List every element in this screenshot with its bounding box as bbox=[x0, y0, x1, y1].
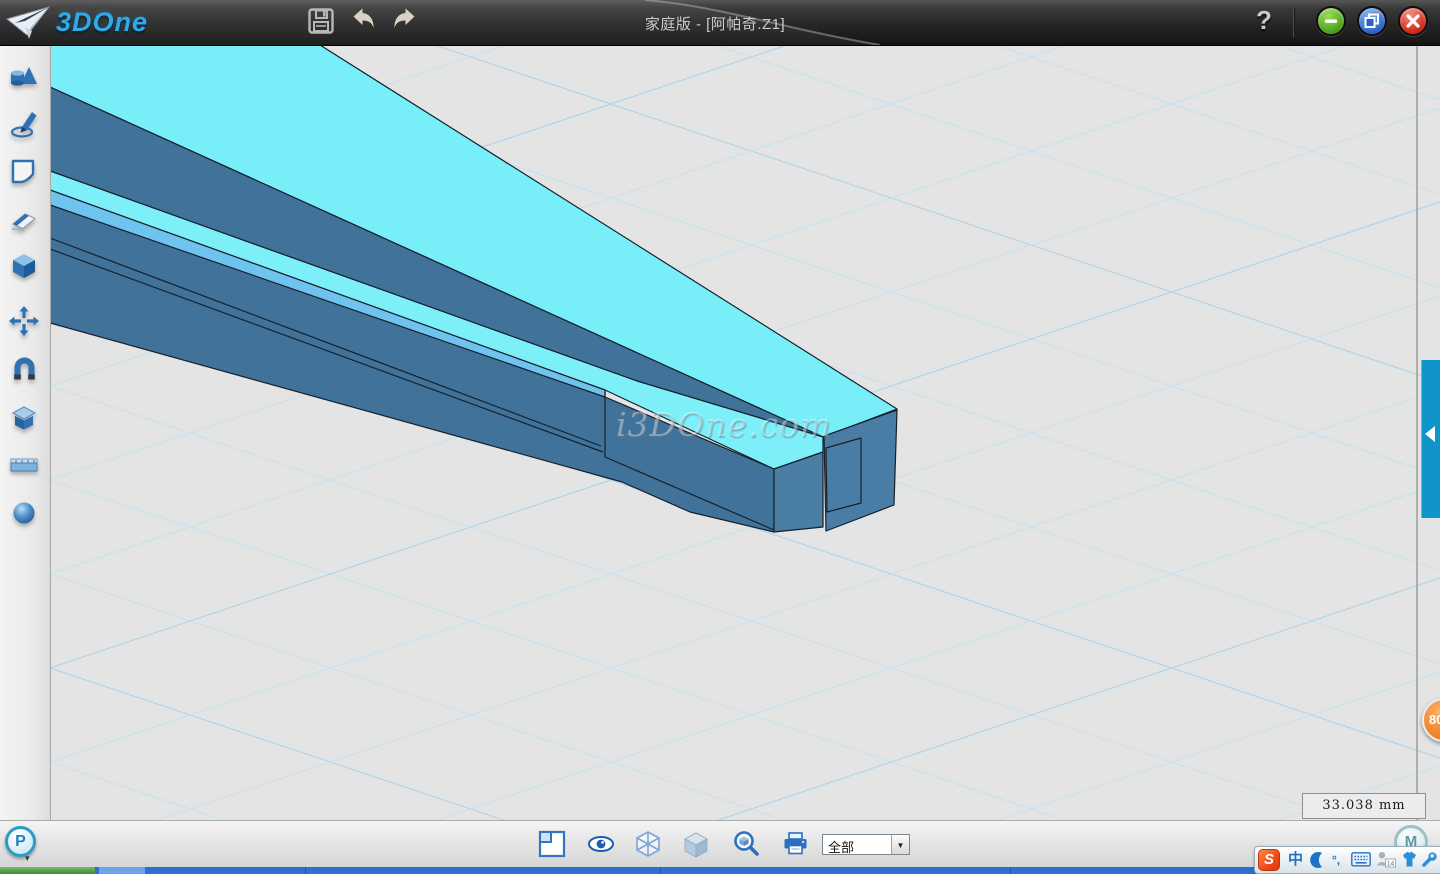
restore-icon bbox=[1359, 8, 1385, 34]
model-apache-beam[interactable] bbox=[50, 45, 897, 532]
wireframe-cube-icon bbox=[637, 832, 659, 856]
save-icon bbox=[307, 7, 335, 35]
visibility-button[interactable] bbox=[589, 837, 613, 851]
os-taskbar-sliver bbox=[0, 866, 1440, 874]
measure-ruler-icon bbox=[8, 448, 40, 480]
wrench-icon bbox=[1420, 850, 1438, 868]
sketch-pencil-icon bbox=[8, 108, 40, 140]
shaded-view-button[interactable] bbox=[685, 833, 707, 857]
taskbar-app-sliver[interactable] bbox=[99, 866, 145, 874]
redo-button[interactable] bbox=[391, 7, 421, 37]
sidebar-tool-magnet[interactable] bbox=[8, 354, 42, 390]
redo-icon bbox=[391, 7, 418, 33]
user-count-label: 14 bbox=[1387, 860, 1395, 867]
display-filter-dropdown[interactable]: 全部 ▼ bbox=[822, 834, 910, 855]
display-filter-value: 全部 bbox=[828, 837, 854, 856]
right-panel-flyout-tab[interactable] bbox=[1421, 360, 1440, 518]
restore-button[interactable] bbox=[1357, 6, 1387, 36]
printer-icon bbox=[785, 833, 807, 854]
ime-user-center[interactable]: 14 bbox=[1376, 851, 1396, 873]
ime-brand-button[interactable]: S bbox=[1258, 849, 1280, 871]
punctuation-icon: °, bbox=[1332, 853, 1340, 867]
save-button[interactable] bbox=[307, 7, 337, 37]
undo-button[interactable] bbox=[350, 7, 380, 37]
pen-mode-badge[interactable]: P bbox=[5, 826, 36, 857]
viewport-canvas[interactable]: i3DOne.com 33.038 mm 80 bbox=[50, 45, 1440, 820]
dropdown-caret-icon: ▼ bbox=[897, 841, 905, 850]
ime-fullwidth-toggle[interactable] bbox=[1310, 851, 1328, 873]
zoom-cube-icon bbox=[736, 833, 758, 855]
sidebar-tool-solid-cube[interactable] bbox=[8, 250, 42, 286]
sidebar-tool-measure[interactable] bbox=[8, 448, 42, 484]
keyboard-icon bbox=[1351, 852, 1371, 867]
ime-toolbar: S 中 °, 14 bbox=[1254, 846, 1440, 874]
shaded-cube-icon bbox=[685, 833, 707, 857]
bottom-toolbar: P ▾ bbox=[0, 820, 1440, 867]
ime-settings-button[interactable] bbox=[1420, 850, 1438, 872]
chinese-mode-icon: 中 bbox=[1288, 851, 1303, 868]
ime-skin-button[interactable] bbox=[1400, 850, 1419, 872]
app-logo-text: 3DOne bbox=[56, 7, 148, 38]
minimize-icon bbox=[1318, 8, 1344, 34]
sidebar-tool-primitives[interactable] bbox=[8, 60, 42, 96]
zoom-button[interactable] bbox=[736, 833, 758, 855]
start-button-sliver[interactable] bbox=[0, 866, 95, 874]
print-button[interactable] bbox=[785, 833, 807, 854]
pen-badge-dropdown-caret[interactable]: ▾ bbox=[25, 853, 30, 864]
user-icon: 14 bbox=[1376, 851, 1396, 868]
moon-icon bbox=[1310, 851, 1328, 869]
sidebar-tool-move[interactable] bbox=[8, 305, 42, 341]
notification-count: 80 bbox=[1429, 712, 1440, 727]
sidebar-tool-eraser[interactable] bbox=[8, 203, 42, 239]
sidebar-tool-sketch[interactable] bbox=[8, 108, 42, 144]
tool-sidebar bbox=[0, 45, 51, 820]
close-icon bbox=[1400, 8, 1426, 34]
sidebar-tool-material[interactable] bbox=[8, 497, 42, 533]
measurement-readout: 33.038 mm bbox=[1302, 793, 1426, 819]
primitives-icon bbox=[8, 60, 40, 92]
view-corner-button[interactable] bbox=[540, 832, 564, 856]
minimize-button[interactable] bbox=[1316, 6, 1346, 36]
sidebar-tool-sketch-plane[interactable] bbox=[8, 155, 42, 191]
undo-icon bbox=[350, 7, 377, 33]
sketch-plane-icon bbox=[8, 155, 40, 187]
shirt-icon bbox=[1400, 850, 1419, 868]
view-toolbar bbox=[533, 824, 823, 864]
magnet-icon bbox=[8, 354, 40, 386]
flyout-left-arrow-icon bbox=[1425, 426, 1435, 442]
sidebar-tool-open-box[interactable] bbox=[8, 402, 42, 438]
titlebar: 3DOne 家庭版 - [阿帕奇.Z1] ? bbox=[0, 0, 1440, 46]
help-button[interactable]: ? bbox=[1251, 5, 1277, 39]
pen-badge-letter: P bbox=[15, 833, 26, 850]
eraser-icon bbox=[8, 203, 40, 235]
close-button[interactable] bbox=[1398, 6, 1428, 36]
move-arrows-icon bbox=[8, 305, 40, 337]
ime-language-toggle[interactable]: 中 bbox=[1288, 849, 1303, 871]
wireframe-view-button[interactable] bbox=[637, 832, 659, 856]
solid-cube-icon bbox=[8, 250, 40, 282]
ime-punctuation-toggle[interactable]: °, bbox=[1332, 849, 1340, 871]
scene-svg bbox=[50, 45, 1440, 820]
material-sphere-icon bbox=[8, 497, 40, 529]
ime-soft-keyboard[interactable] bbox=[1351, 852, 1371, 874]
titlebar-divider bbox=[1293, 8, 1294, 37]
open-box-icon bbox=[8, 402, 40, 434]
sogou-logo-icon: S bbox=[1264, 851, 1274, 868]
paper-plane-logo-icon bbox=[5, 5, 53, 41]
document-title: 家庭版 - [阿帕奇.Z1] bbox=[540, 13, 890, 34]
display-filter-button[interactable]: ▼ bbox=[891, 835, 909, 854]
